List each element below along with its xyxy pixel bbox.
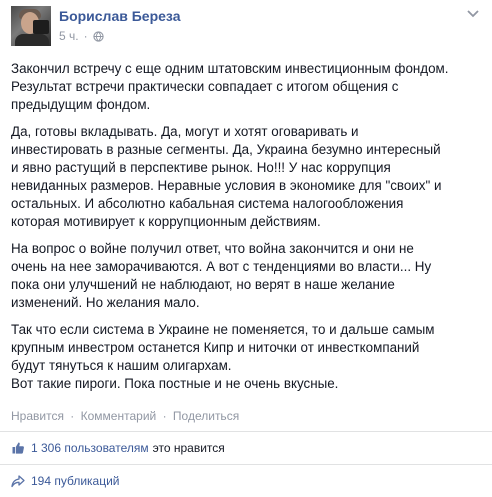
shares-summary[interactable]: 194 публикаций xyxy=(11,474,120,488)
post-actions: Нравится · Комментарий · Поделиться xyxy=(11,409,239,423)
post-paragraph: Вот такие пироги. Пока постные и не очен… xyxy=(11,376,339,391)
comment-link[interactable]: Комментарий xyxy=(81,409,157,423)
divider xyxy=(0,431,492,432)
share-link[interactable]: Поделиться xyxy=(173,409,239,423)
action-separator: · xyxy=(70,409,75,423)
likes-text: это нравится xyxy=(152,441,225,455)
post-paragraph: Да, готовы вкладывать. Да, могут и хотят… xyxy=(11,124,442,229)
post-meta: 5 ч. · xyxy=(59,29,104,43)
share-arrow-icon xyxy=(11,474,25,487)
likes-count-link[interactable]: 1 306 пользователям xyxy=(31,441,149,455)
post-menu-button[interactable] xyxy=(465,8,481,20)
meta-separator: · xyxy=(83,29,88,43)
shares-count[interactable]: 194 публикаций xyxy=(31,474,120,488)
facebook-post: Борислав Береза 5 ч. · Закончил встречу … xyxy=(0,0,492,497)
chevron-down-icon xyxy=(467,10,479,18)
post-header: Борислав Береза 5 ч. · xyxy=(11,4,481,48)
thumbs-up-icon xyxy=(12,442,24,454)
post-paragraph: На вопрос о войне получил ответ, что вой… xyxy=(11,241,432,310)
author-avatar[interactable] xyxy=(11,6,51,46)
post-body: Закончил встречу с еще одним штатовским … xyxy=(11,60,481,393)
post-timestamp[interactable]: 5 ч. xyxy=(59,29,79,43)
like-link[interactable]: Нравится xyxy=(11,409,64,423)
post-paragraph: Так что если система в Украине не поменя… xyxy=(11,322,435,373)
post-paragraph: Закончил встречу с еще одним штатовским … xyxy=(11,61,449,112)
divider xyxy=(0,464,492,465)
action-separator: · xyxy=(162,409,167,423)
likes-summary: 1 306 пользователям это нравится xyxy=(11,441,225,455)
author-name[interactable]: Борислав Береза xyxy=(59,8,180,24)
globe-icon[interactable] xyxy=(92,30,104,42)
